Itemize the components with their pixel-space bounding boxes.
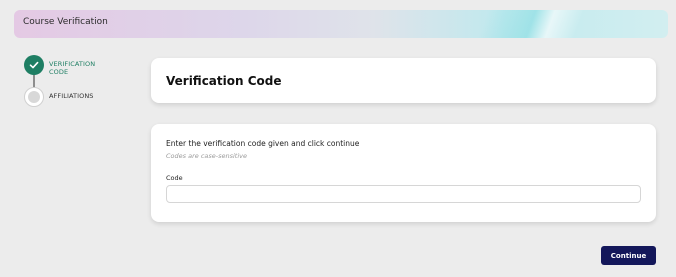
continue-button[interactable]: Continue bbox=[601, 246, 656, 265]
progress-stepper: VERIFICATION CODE AFFILIATIONS bbox=[24, 55, 134, 115]
case-sensitive-hint: Codes are case-sensitive bbox=[166, 152, 247, 160]
instruction-text: Enter the verification code given and cl… bbox=[166, 139, 360, 148]
page-title: Course Verification bbox=[23, 17, 108, 27]
checkmark-icon bbox=[29, 61, 39, 69]
step-affiliations-indicator[interactable] bbox=[24, 87, 44, 107]
section-title-card: Verification Code bbox=[151, 58, 656, 103]
code-input[interactable] bbox=[166, 185, 641, 203]
page: Course Verification VERIFICATION CODE AF… bbox=[0, 0, 676, 277]
code-field-label: Code bbox=[166, 174, 183, 182]
header-banner: Course Verification bbox=[14, 10, 668, 38]
step-verification-code-indicator[interactable] bbox=[24, 55, 44, 75]
section-heading: Verification Code bbox=[166, 74, 282, 88]
step-pending-dot bbox=[28, 91, 40, 103]
step-affiliations-label[interactable]: AFFILIATIONS bbox=[49, 92, 94, 100]
verification-form-card: Enter the verification code given and cl… bbox=[151, 124, 656, 222]
step-verification-code-label[interactable]: VERIFICATION CODE bbox=[49, 60, 109, 76]
